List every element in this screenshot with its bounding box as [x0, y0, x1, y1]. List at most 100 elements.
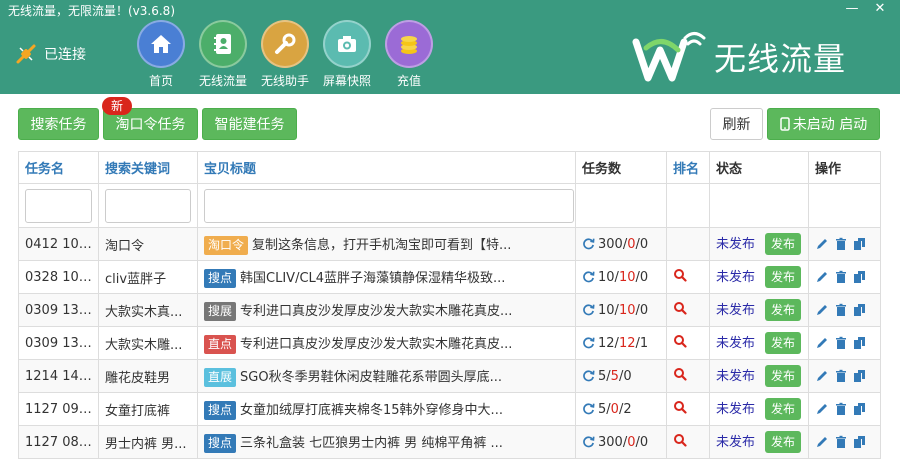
title-cell: 搜点 三条礼盒装 七匹狼男士内裤 男 纯棉平角裤 ... [197, 425, 576, 459]
publish-button[interactable]: 发布 [765, 332, 802, 354]
copy-icon[interactable] [853, 435, 867, 449]
nav-item-wireless-traffic[interactable]: 无线流量 [192, 20, 254, 89]
trash-icon[interactable] [834, 270, 848, 284]
filter-cell [575, 183, 667, 228]
header: 无线流量，无限流量！(v3.6.8) — ✕ 已连接 首页 无线流量 无线助手 … [0, 0, 900, 94]
publish-button[interactable]: 发布 [765, 233, 802, 255]
publish-button[interactable]: 发布 [765, 299, 802, 321]
edit-icon[interactable] [815, 402, 829, 416]
publish-button[interactable]: 发布 [765, 431, 802, 453]
refresh-button[interactable]: 刷新 [710, 108, 763, 140]
item-title: 复制这条信息，打开手机淘宝即可看到【特... [252, 237, 512, 253]
close-button[interactable]: ✕ [868, 0, 892, 18]
copy-icon[interactable] [853, 270, 867, 284]
count-total: 300 [598, 236, 623, 252]
col-title[interactable]: 宝贝标题 [197, 151, 576, 184]
edit-icon[interactable] [815, 270, 829, 284]
app-window: 无线流量，无限流量！(v3.6.8) — ✕ 已连接 首页 无线流量 无线助手 … [0, 0, 900, 473]
count-done: 10 [618, 302, 636, 318]
count-cell: 10/10/0 [575, 260, 667, 294]
count-extra: 1 [639, 335, 649, 351]
publish-button[interactable]: 发布 [765, 398, 802, 420]
col-count: 任务数 [575, 151, 667, 184]
task-table: 任务名 搜索关键词 宝贝标题 任务数 排名 状态 操作 0412 1045 淘口令… [18, 151, 881, 459]
search-icon[interactable] [673, 367, 687, 381]
filter-cell [18, 183, 99, 228]
search-icon[interactable] [673, 400, 687, 414]
col-keyword[interactable]: 搜索关键词 [98, 151, 198, 184]
edit-icon[interactable] [815, 435, 829, 449]
edit-icon[interactable] [815, 303, 829, 317]
count-cell: 5/5/0 [575, 359, 667, 393]
search-icon[interactable] [673, 301, 687, 315]
refresh-icon [583, 270, 595, 282]
copy-icon[interactable] [853, 336, 867, 350]
nav-item-home[interactable]: 首页 [130, 20, 192, 89]
count-total: 5 [598, 401, 607, 417]
copy-icon[interactable] [853, 303, 867, 317]
count-cell: 300/0/0 [575, 227, 667, 261]
nav-item-screenshot[interactable]: 屏幕快照 [316, 20, 378, 89]
rank-cell [666, 260, 710, 294]
table-row[interactable]: 0309 1310 大款实木真... 搜展 专利进口真皮沙发厚皮沙发大款实木雕花真皮.… [18, 293, 881, 327]
trash-icon[interactable] [834, 435, 848, 449]
table-row[interactable]: 0412 1045 淘口令 淘口令 复制这条信息，打开手机淘宝即可看到【特... 300… [18, 227, 881, 261]
smart-task-button[interactable]: 智能建任务 [202, 108, 297, 140]
table-row[interactable]: 0309 1308 大款实木雕... 直点 专利进口真皮沙发厚皮沙发大款实木雕花真皮.… [18, 326, 881, 360]
table-row[interactable]: 0328 1015 cliv蓝胖子 搜点 韩国CLIV/CL4蓝胖子海藻镇静保湿精华极… [18, 260, 881, 294]
keyword-cell: 淘口令 [98, 227, 198, 261]
edit-icon[interactable] [815, 369, 829, 383]
trash-icon[interactable] [834, 237, 848, 251]
table-row[interactable]: 1127 0917 女童打底裤 搜点 女童加绒厚打底裤夹棉冬15韩外穿修身中大... 5… [18, 392, 881, 426]
ops-cell [808, 227, 881, 261]
count-extra: 0 [639, 434, 649, 450]
trash-icon[interactable] [834, 369, 848, 383]
status-cell: 未发布 发布 [709, 425, 809, 459]
trash-icon[interactable] [834, 336, 848, 350]
search-icon[interactable] [673, 268, 687, 282]
keyword-filter-input[interactable] [105, 188, 191, 223]
brand-name: 无线流量 [714, 40, 847, 78]
nav-item-recharge[interactable]: 充值 [378, 20, 440, 89]
ops-cell [808, 260, 881, 294]
minimize-button[interactable]: — [840, 0, 864, 18]
search-icon[interactable] [673, 334, 687, 348]
status-text: 未发布 [716, 237, 756, 252]
start-label: 未启动 启动 [792, 117, 868, 133]
col-rank[interactable]: 排名 [666, 151, 710, 184]
table-row[interactable]: 1127 0859 男士内裤 男... 搜点 三条礼盒装 七匹狼男士内裤 男 纯棉平角… [18, 425, 881, 459]
new-badge: 新 [102, 97, 132, 115]
status-text: 未发布 [716, 270, 756, 285]
nav-label: 首页 [148, 74, 173, 88]
nav-item-wireless-assistant[interactable]: 无线助手 [254, 20, 316, 89]
copy-icon[interactable] [853, 237, 867, 251]
search-icon[interactable] [673, 433, 687, 447]
refresh-icon [583, 435, 595, 447]
task-table-body: 0412 1045 淘口令 淘口令 复制这条信息，打开手机淘宝即可看到【特... 300… [18, 227, 881, 459]
ops-cell [808, 425, 881, 459]
search-task-button[interactable]: 搜索任务 [18, 108, 99, 140]
count-total: 300 [598, 434, 623, 450]
nav-label: 屏幕快照 [322, 74, 371, 88]
status-cell: 未发布 发布 [709, 392, 809, 426]
title-filter-input[interactable] [204, 188, 574, 223]
wrench-icon [261, 20, 309, 68]
col-status: 状态 [709, 151, 809, 184]
trash-icon[interactable] [834, 303, 848, 317]
copy-icon[interactable] [853, 369, 867, 383]
publish-button[interactable]: 发布 [765, 365, 802, 387]
ops-cell [808, 359, 881, 393]
edit-icon[interactable] [815, 237, 829, 251]
mobile-icon [780, 117, 790, 131]
col-task-name[interactable]: 任务名 [18, 151, 99, 184]
publish-button[interactable]: 发布 [765, 266, 802, 288]
refresh-icon [583, 303, 595, 315]
copy-icon[interactable] [853, 402, 867, 416]
task-name-filter-input[interactable] [25, 188, 92, 223]
edit-icon[interactable] [815, 336, 829, 350]
table-row[interactable]: 1214 1435 雕花皮鞋男 直展 SGO秋冬季男鞋休闲皮鞋雕花系带圆头厚底... 5… [18, 359, 881, 393]
trash-icon[interactable] [834, 402, 848, 416]
count-total: 12 [598, 335, 615, 351]
start-button[interactable]: 未启动 启动 [767, 108, 880, 140]
coins-icon [385, 20, 433, 68]
